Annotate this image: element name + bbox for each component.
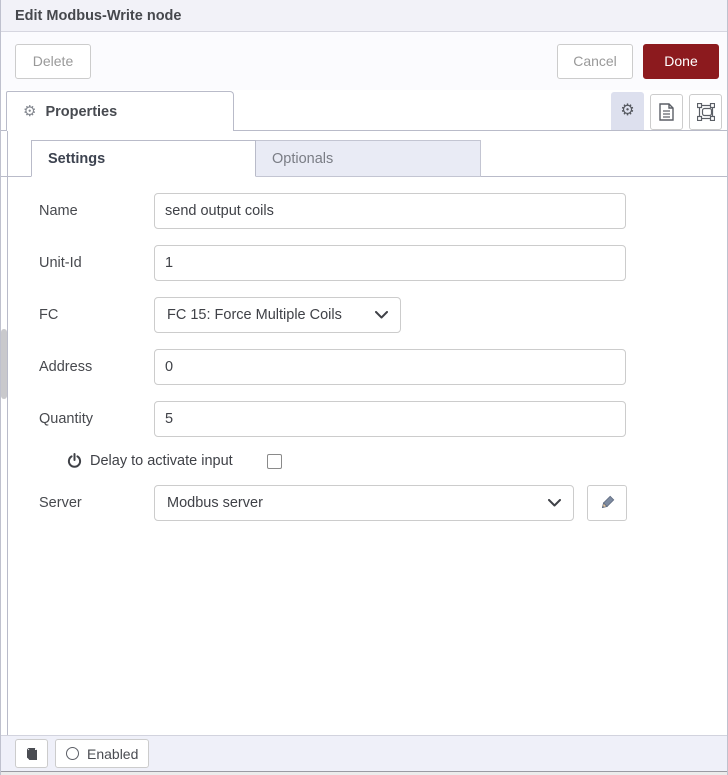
appearance-view-button[interactable]	[689, 94, 722, 130]
enabled-toggle-button[interactable]: Enabled	[55, 739, 150, 768]
server-label: Server	[39, 495, 82, 511]
fc-select[interactable]: FC 15: Force Multiple Coils	[154, 297, 401, 333]
vertical-scrollbar[interactable]	[1, 131, 8, 735]
enabled-label: Enabled	[87, 745, 139, 762]
delay-row: Delay to activate input	[67, 453, 727, 469]
chevron-down-icon	[375, 311, 388, 319]
dialog-titlebar: Edit Modbus-Write node	[1, 0, 727, 32]
delay-label: Delay to activate input	[90, 453, 233, 469]
docs-button[interactable]	[15, 739, 48, 768]
settings-tab-label: Settings	[48, 150, 106, 167]
dialog-footer: Enabled	[1, 735, 727, 771]
book-icon	[24, 747, 39, 761]
pencil-icon	[599, 495, 615, 511]
tray-bottom-edge	[1, 771, 727, 775]
circle-icon	[66, 747, 79, 760]
tab-properties[interactable]: ⚙ Properties	[6, 91, 234, 131]
gear-icon: ⚙	[620, 102, 635, 119]
scrollbar-thumb[interactable]	[1, 329, 7, 399]
delay-checkbox[interactable]	[266, 453, 282, 469]
cancel-button[interactable]: Cancel	[557, 43, 633, 79]
name-row: Name	[39, 193, 727, 229]
tab-settings[interactable]: Settings	[31, 140, 256, 177]
properties-tab-label: Properties	[45, 103, 118, 120]
unit-id-input[interactable]	[154, 245, 626, 281]
fc-row: FC FC 15: Force Multiple Coils	[39, 297, 727, 333]
quantity-row: Quantity	[39, 401, 727, 437]
server-row: Server Modbus server	[39, 485, 727, 521]
settings-tab-bar: Settings Optionals	[1, 140, 727, 177]
quantity-label: Quantity	[39, 411, 93, 427]
quantity-input[interactable]	[154, 401, 626, 437]
fc-selected-option: FC 15: Force Multiple Coils	[167, 307, 342, 323]
gear-icon: ⚙	[23, 103, 37, 120]
unit-id-label: Unit-Id	[39, 255, 82, 271]
toolbar-right-group: Cancel Done	[557, 43, 719, 79]
address-label: Address	[39, 359, 93, 375]
address-row: Address	[39, 349, 727, 385]
server-selected-option: Modbus server	[167, 495, 263, 511]
address-input[interactable]	[154, 349, 626, 385]
power-icon	[67, 453, 82, 469]
editor-view-buttons: ⚙	[611, 92, 727, 130]
document-icon	[659, 103, 674, 121]
properties-view-button[interactable]: ⚙	[611, 92, 644, 130]
settings-form: Name Unit-Id FC FC 15: Force Multiple Co…	[9, 177, 727, 521]
delete-button[interactable]: Delete	[15, 43, 91, 79]
unit-id-row: Unit-Id	[39, 245, 727, 281]
tab-optionals[interactable]: Optionals	[256, 140, 481, 177]
edit-node-dialog: Edit Modbus-Write node Delete Cancel Don…	[0, 0, 728, 775]
name-label: Name	[39, 203, 78, 219]
name-input[interactable]	[154, 193, 626, 229]
server-select[interactable]: Modbus server	[154, 485, 574, 521]
edit-server-button[interactable]	[587, 485, 627, 521]
optionals-tab-label: Optionals	[272, 150, 334, 167]
properties-tab-bar: ⚙ Properties ⚙	[1, 90, 727, 131]
description-view-button[interactable]	[650, 94, 683, 130]
done-button[interactable]: Done	[643, 43, 719, 79]
appearance-icon	[696, 103, 715, 121]
chevron-down-icon	[548, 499, 561, 507]
dialog-toolbar: Delete Cancel Done	[1, 32, 727, 90]
dialog-title: Edit Modbus-Write node	[15, 7, 182, 24]
fc-label: FC	[39, 307, 59, 323]
node-properties-panel: Settings Optionals Name Unit-Id FC FC 15…	[1, 131, 727, 735]
